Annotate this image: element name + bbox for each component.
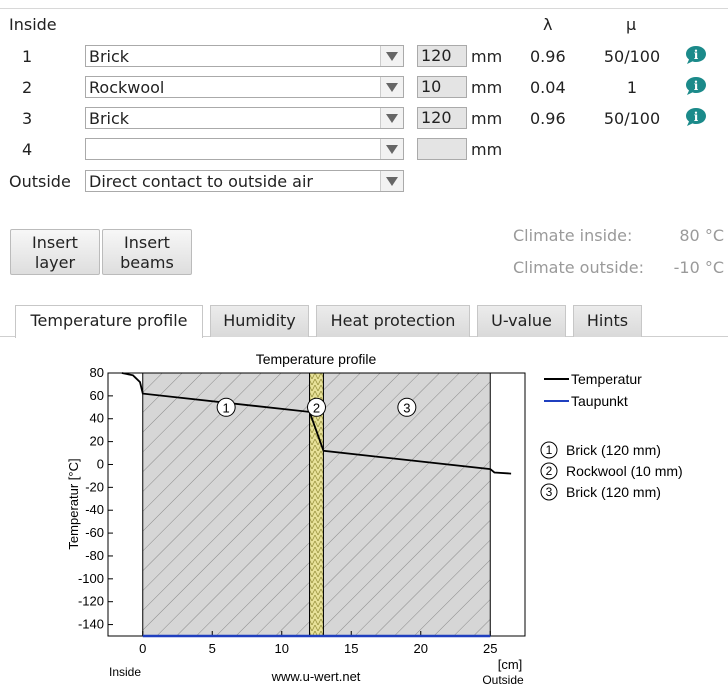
insert-beams-button[interactable]: Insert beams [102, 229, 192, 275]
layer-mu: 50/100 [603, 47, 661, 66]
layer-thickness-input[interactable]: 120 [417, 45, 467, 67]
layer-unit: mm [471, 140, 503, 159]
info-speech-icon[interactable]: i [685, 76, 707, 96]
insert-beams-line1: Insert [124, 233, 170, 252]
layer-material-value: Rockwool [89, 78, 165, 97]
legend-layer-name: Brick (120 mm) [566, 442, 661, 458]
tab-heat-protection[interactable]: Heat protection [316, 305, 470, 337]
tab-temperature-profile[interactable]: Temperature profile [15, 305, 203, 338]
layer-material-select[interactable]: Brick [85, 107, 404, 129]
y-tick-label: -60 [85, 525, 104, 540]
layer-lambda: 0.04 [530, 78, 566, 97]
y-tick-label: 60 [90, 388, 104, 403]
legend-layer-name: Rockwool (10 mm) [566, 463, 683, 479]
layer-lambda: 0.96 [530, 47, 566, 66]
legend-label: Taupunkt [571, 393, 628, 409]
layer-number: 2 [22, 78, 33, 97]
chevron-down-icon [380, 139, 403, 159]
layer-thickness-input[interactable]: 10 [417, 76, 467, 98]
info-speech-icon[interactable]: i [685, 107, 707, 127]
y-tick-label: -120 [78, 594, 104, 609]
layer-unit: mm [471, 109, 503, 128]
chevron-down-icon [380, 108, 403, 128]
outside-label: Outside [9, 172, 71, 191]
tab-hints[interactable]: Hints [573, 305, 642, 337]
y-tick-label: 20 [90, 434, 104, 449]
layer-thickness-input[interactable]: 120 [417, 107, 467, 129]
y-axis-label: Temperatur [°C] [66, 458, 81, 549]
chevron-down-icon [380, 46, 403, 66]
layer-marker-label: 2 [313, 400, 320, 415]
inside-label: Inside [9, 15, 57, 34]
layer-thickness-input[interactable] [417, 138, 467, 160]
layer-lambda: 0.96 [530, 109, 566, 128]
mu-header: μ [626, 15, 637, 34]
y-tick-label: -40 [85, 502, 104, 517]
chevron-down-icon [380, 77, 403, 97]
x-tick-label: 15 [344, 641, 358, 656]
climate-outside-label: Climate outside: [513, 258, 645, 277]
layer-unit: mm [471, 78, 503, 97]
chevron-down-icon [380, 171, 403, 191]
tab-humidity[interactable]: Humidity [210, 305, 309, 337]
outside-select-value: Direct contact to outside air [89, 172, 313, 191]
insert-layer-line1: Insert [32, 233, 78, 252]
layer-number: 3 [22, 109, 33, 128]
x-tick-label: 20 [414, 641, 428, 656]
svg-text:i: i [694, 79, 699, 93]
layer-material-value: Brick [89, 109, 130, 128]
insert-layer-button[interactable]: Insert layer [10, 229, 100, 275]
x-tick-label: 0 [139, 641, 146, 656]
temperature-profile-chart: Temperature profile 806040200-20-40-60-8… [66, 351, 683, 687]
insert-beams-line2: beams [120, 253, 174, 272]
layer-material-value: Brick [89, 47, 130, 66]
layer-unit: mm [471, 47, 503, 66]
y-tick-label: 80 [90, 365, 104, 380]
watermark: www.u-wert.net [271, 669, 361, 684]
legend-layer-name: Brick (120 mm) [566, 484, 661, 500]
y-tick-label: -20 [85, 479, 104, 494]
layer-material-select[interactable]: Brick [85, 45, 404, 67]
y-tick-label: 40 [90, 411, 104, 426]
info-speech-icon[interactable]: i [685, 45, 707, 65]
layer-number: 1 [22, 47, 33, 66]
lambda-header: λ [543, 15, 553, 34]
layer-mu: 50/100 [603, 109, 661, 128]
x-tick-label: 25 [483, 641, 497, 656]
x-axis-unit-label: [cm] [498, 657, 523, 672]
top-divider [0, 8, 728, 9]
tab-u-value[interactable]: U-value [477, 305, 566, 337]
climate-inside-value: 80 °C [679, 226, 724, 245]
y-tick-label: -100 [78, 571, 104, 586]
x-tick-label: 5 [209, 641, 216, 656]
svg-text:i: i [694, 110, 699, 124]
y-tick-label: -80 [85, 548, 104, 563]
x-axis-inside-label: Inside [109, 665, 141, 679]
x-tick-label: 10 [275, 641, 289, 656]
y-tick-label: 0 [97, 456, 104, 471]
y-tick-label: -140 [78, 617, 104, 632]
chart-title: Temperature profile [256, 351, 377, 367]
legend-layer-number: 2 [546, 464, 553, 478]
climate-inside-label: Climate inside: [513, 226, 633, 245]
layer-marker-label: 3 [403, 400, 410, 415]
layer-number: 4 [22, 140, 33, 159]
svg-text:i: i [694, 48, 699, 62]
legend-layer-number: 1 [546, 443, 553, 457]
legend-layer-number: 3 [546, 485, 553, 499]
legend-label: Temperatur [571, 371, 642, 387]
layer-material-select[interactable] [85, 138, 404, 160]
climate-outside-value: -10 °C [673, 258, 724, 277]
layer-mu: 1 [626, 78, 638, 97]
insert-layer-line2: layer [34, 253, 76, 272]
layer-marker-label: 1 [223, 400, 230, 415]
outside-select[interactable]: Direct contact to outside air [85, 170, 404, 192]
layer-material-select[interactable]: Rockwool [85, 76, 404, 98]
x-axis-outside-label: Outside [482, 673, 524, 687]
